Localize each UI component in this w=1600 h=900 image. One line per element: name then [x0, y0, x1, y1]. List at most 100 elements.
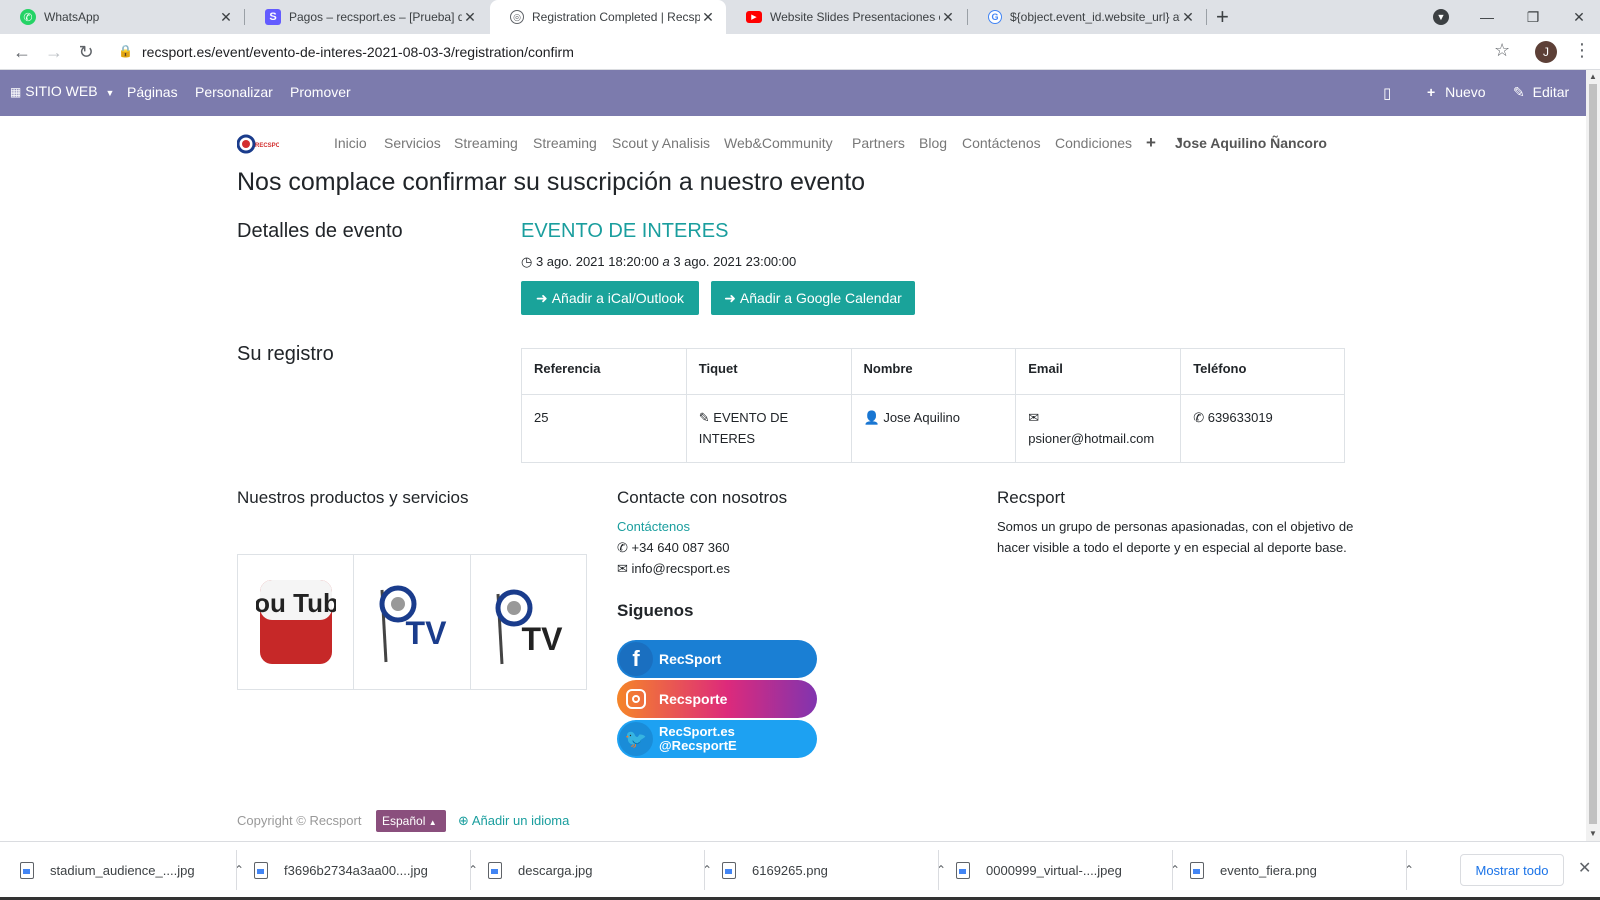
- new-tab-button[interactable]: +: [1216, 4, 1229, 30]
- products-gallery: You Tube TV TV: [237, 554, 587, 690]
- customize-menu[interactable]: Personalizar: [195, 84, 273, 100]
- caret-down-icon: ▼: [105, 88, 115, 98]
- event-name-link[interactable]: EVENTO DE INTERES: [521, 220, 728, 243]
- user-icon: 👤: [863, 410, 880, 425]
- scroll-up-icon[interactable]: ▲: [1589, 72, 1597, 81]
- facebook-button[interactable]: f RecSport: [617, 640, 817, 678]
- close-icon[interactable]: ✕: [940, 9, 956, 26]
- add-menu-item-icon[interactable]: +: [1146, 133, 1156, 153]
- event-date-separator: a: [662, 254, 670, 269]
- contact-link[interactable]: Contáctenos: [617, 519, 690, 534]
- restore-button[interactable]: ❐: [1510, 0, 1556, 34]
- tab-whatsapp[interactable]: ✆ WhatsApp ✕: [0, 0, 244, 34]
- svg-text:You Tube: You Tube: [256, 588, 336, 618]
- image-file-icon: [722, 861, 736, 879]
- language-selector[interactable]: Español ▲: [376, 810, 446, 832]
- browser-tabstrip: ✆ WhatsApp ✕ S Pagos – recsport.es – [Pr…: [0, 0, 1600, 34]
- nav-item-servicios[interactable]: Servicios: [384, 135, 441, 151]
- add-language-link[interactable]: ⊕ Añadir un idioma: [458, 813, 569, 829]
- download-filename: stadium_audience_....jpg: [50, 862, 195, 878]
- cell-email: ✉ psioner@hotmail.com: [1015, 394, 1182, 463]
- download-filename: f3696b2734a3aa00....jpg: [284, 862, 428, 878]
- nav-item-condiciones[interactable]: Condiciones: [1055, 135, 1132, 151]
- website-editor-bar: ▦ SITIO WEB ▼ Páginas Personalizar Promo…: [0, 70, 1586, 116]
- event-date-end: 3 ago. 2021 23:00:00: [673, 254, 797, 269]
- download-item[interactable]: descarga.jpg ⌃: [488, 842, 712, 898]
- browser-menu-icon[interactable]: ⋮: [1573, 40, 1591, 61]
- facebook-icon: f: [619, 642, 653, 676]
- tab-pagos[interactable]: S Pagos – recsport.es – [Prueba] de ✕: [245, 0, 488, 34]
- site-menu-dropdown[interactable]: ▦ SITIO WEB ▼: [10, 83, 114, 99]
- download-item[interactable]: f3696b2734a3aa00....jpg ⌃: [254, 842, 478, 898]
- nav-item-webcommunity[interactable]: Web&Community: [724, 135, 833, 151]
- back-button[interactable]: ←: [10, 40, 34, 64]
- attendee-phone: 639633019: [1207, 410, 1273, 425]
- nav-item-partners[interactable]: Partners: [852, 135, 905, 151]
- nav-item-inicio[interactable]: Inicio: [334, 135, 367, 151]
- promote-menu[interactable]: Promover: [290, 84, 351, 100]
- attendee-email: psioner@hotmail.com: [1028, 431, 1155, 446]
- add-to-ical-button[interactable]: ➜ Añadir a iCal/Outlook: [521, 281, 699, 315]
- bookmark-star-icon[interactable]: ☆: [1494, 40, 1510, 61]
- close-icon[interactable]: ✕: [462, 9, 478, 26]
- download-item[interactable]: stadium_audience_....jpg ⌃: [20, 842, 244, 898]
- nav-item-streaming[interactable]: Streaming: [454, 135, 518, 151]
- cell-reference: 25: [521, 394, 687, 463]
- mobile-preview-icon[interactable]: ▯: [1383, 84, 1391, 102]
- cell-name: 👤 Jose Aquilino: [850, 394, 1017, 463]
- show-all-downloads-button[interactable]: Mostrar todo: [1460, 854, 1564, 886]
- tab-search-button[interactable]: ▼: [1418, 0, 1464, 34]
- recsport-tv-logo: TV: [379, 585, 447, 663]
- nav-item-contactenos[interactable]: Contáctenos: [962, 135, 1041, 151]
- product-recsport-live-tv[interactable]: TV: [471, 555, 586, 689]
- recsport-logo[interactable]: RECSPORT: [237, 133, 279, 155]
- close-icon[interactable]: ✕: [700, 9, 716, 26]
- page-scrollbar[interactable]: ▲ ▼: [1586, 70, 1600, 841]
- product-youtube[interactable]: You Tube: [238, 555, 355, 689]
- instagram-button[interactable]: Recsporte: [617, 680, 817, 718]
- nav-item-streaming-2[interactable]: Streaming: [533, 135, 597, 151]
- tab-title: WhatsApp: [44, 10, 100, 24]
- svg-text:TV: TV: [522, 621, 564, 657]
- event-details-heading: Detalles de evento: [237, 220, 403, 242]
- contact-email[interactable]: info@recsport.es: [632, 561, 730, 576]
- nav-item-scout[interactable]: Scout y Analisis: [612, 135, 710, 151]
- contact-phone: +34 640 087 360: [631, 540, 730, 555]
- downloads-shelf: stadium_audience_....jpg ⌃ f3696b2734a3a…: [0, 841, 1600, 900]
- pages-menu[interactable]: Páginas: [127, 84, 178, 100]
- tab-website-slides[interactable]: ▶ Website Slides Presentaciones en ✕: [726, 0, 966, 34]
- lock-icon[interactable]: 🔒: [118, 44, 133, 58]
- close-icon[interactable]: ✕: [1180, 9, 1196, 26]
- scroll-down-icon[interactable]: ▼: [1589, 829, 1597, 838]
- table-row: 25 ✎ EVENTO DE INTERES 👤 Jose Aquilino ✉…: [521, 394, 1345, 463]
- twitter-button[interactable]: 🐦 RecSport.es @RecsportE: [617, 720, 817, 758]
- url-field[interactable]: recsport.es/event/evento-de-interes-2021…: [142, 44, 574, 60]
- minimize-button[interactable]: —: [1464, 0, 1510, 34]
- close-icon[interactable]: ✕: [1578, 858, 1591, 878]
- reload-button[interactable]: ↻: [74, 40, 98, 64]
- event-date: ◷ 3 ago. 2021 18:20:00 a 3 ago. 2021 23:…: [521, 254, 796, 270]
- new-label: Nuevo: [1445, 84, 1486, 100]
- forward-button[interactable]: →: [42, 40, 66, 64]
- tab-registration-completed[interactable]: ◎ Registration Completed | Recspo ✕: [490, 0, 726, 34]
- image-file-icon: [1190, 861, 1204, 879]
- download-item[interactable]: 6169265.png ⌃: [722, 842, 946, 898]
- profile-avatar[interactable]: J: [1535, 41, 1557, 63]
- scrollbar-thumb[interactable]: [1589, 84, 1597, 824]
- nav-item-blog[interactable]: Blog: [919, 135, 947, 151]
- image-file-icon: [20, 861, 34, 879]
- edit-label: Editar: [1532, 84, 1570, 100]
- image-file-icon: [956, 861, 970, 879]
- download-item[interactable]: 0000999_virtual-....jpeg ⌃: [956, 842, 1180, 898]
- tab-google[interactable]: G ${object.event_id.website_url} att ✕: [968, 0, 1206, 34]
- chevron-down-icon: ▼: [1433, 9, 1449, 25]
- download-item[interactable]: evento_fiera.png ⌃: [1190, 842, 1414, 898]
- edit-button[interactable]: ✎ Editar: [1513, 84, 1569, 101]
- phone-icon: ✆: [1193, 410, 1205, 425]
- close-icon[interactable]: ✕: [218, 9, 234, 26]
- window-close-button[interactable]: ✕: [1556, 0, 1600, 34]
- add-to-google-calendar-button[interactable]: ➜ Añadir a Google Calendar: [711, 281, 915, 315]
- product-recsport-tv[interactable]: TV: [354, 555, 471, 689]
- new-content-button[interactable]: + Nuevo: [1427, 84, 1486, 100]
- attendee-name: Jose Aquilino: [883, 410, 960, 425]
